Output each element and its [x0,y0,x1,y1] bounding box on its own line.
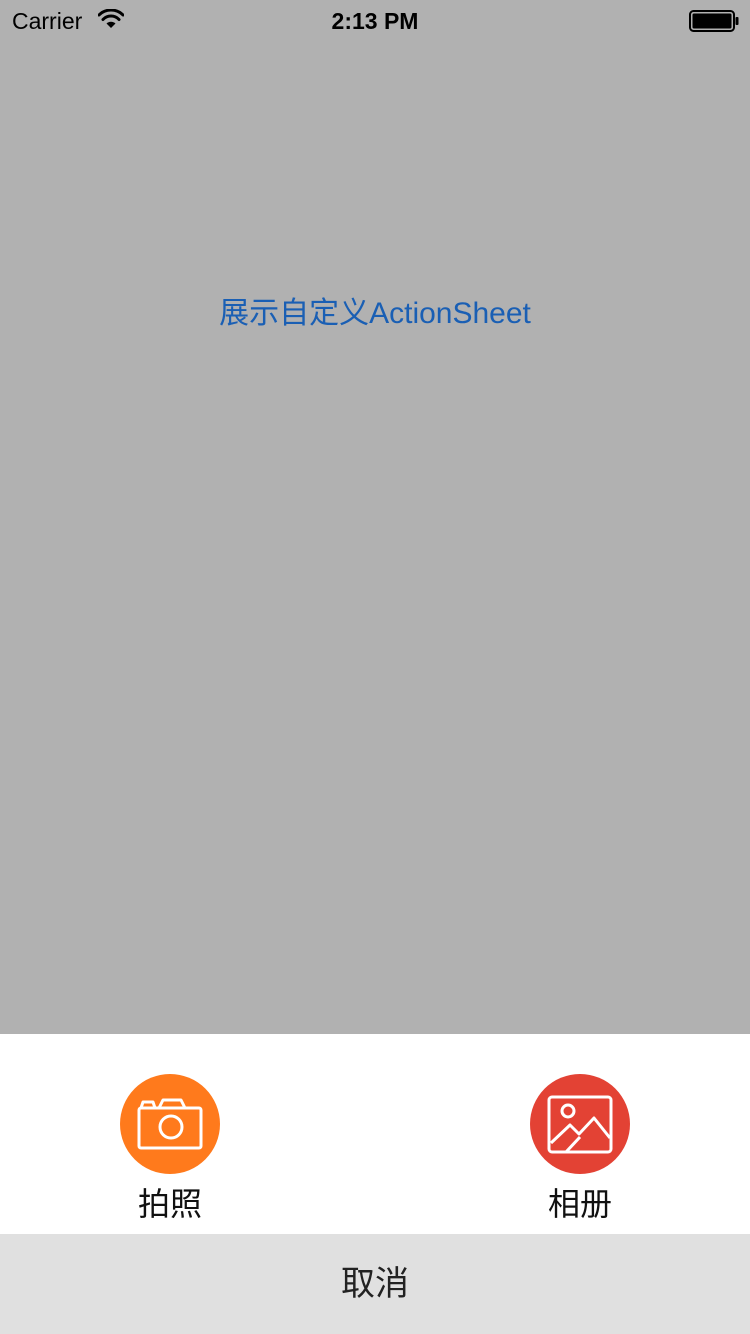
action-sheet-options: 拍照 相册 [0,1034,750,1234]
take-photo-label: 拍照 [137,1186,202,1222]
status-bar: Carrier 2:13 PM [0,0,750,40]
show-action-sheet-button[interactable]: 展示自定义ActionSheet [0,296,750,332]
camera-icon [120,1074,220,1174]
cancel-button[interactable]: 取消 [0,1234,750,1334]
status-time: 2:13 PM [331,8,419,34]
photo-album-option[interactable]: 相册 [510,1074,650,1234]
photo-album-label: 相册 [547,1186,612,1222]
action-sheet: 拍照 相册 取消 [0,1034,750,1334]
battery-icon [689,10,739,32]
image-icon [530,1074,630,1174]
take-photo-option[interactable]: 拍照 [100,1074,240,1234]
